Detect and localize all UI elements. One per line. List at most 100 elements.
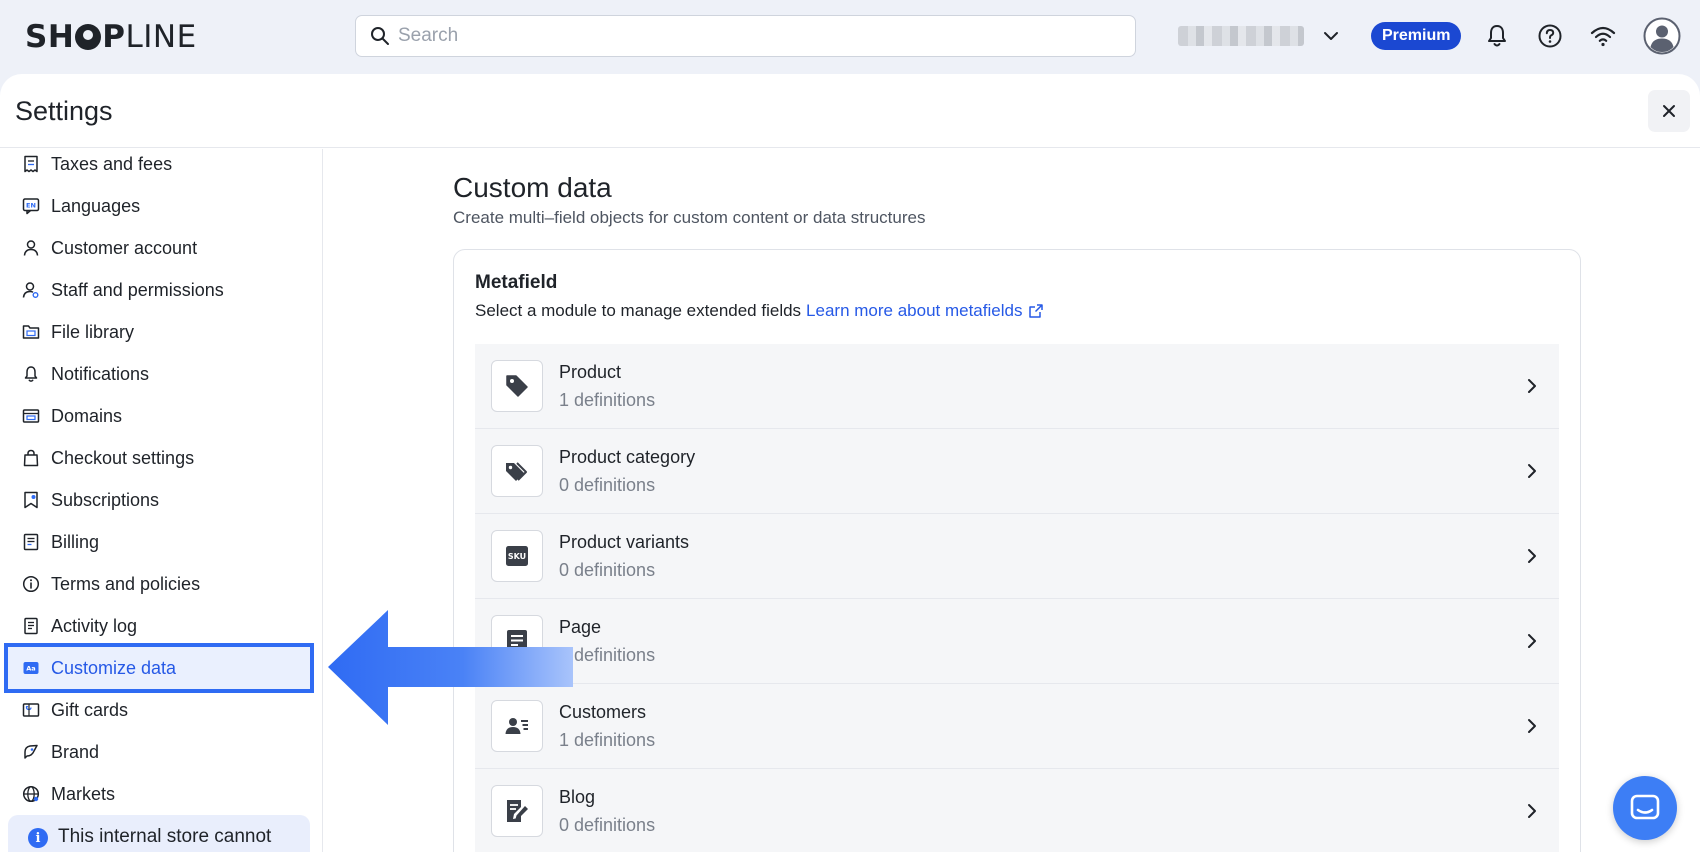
module-count: 1 definitions — [559, 389, 656, 410]
module-row-blog[interactable]: Blog 0 definitions — [475, 769, 1559, 852]
sidebar-item-customer-account[interactable]: Customer account — [0, 228, 320, 268]
sidebar-item-label: Taxes and fees — [51, 153, 173, 174]
sidebar-item-notifications[interactable]: Notifications — [0, 354, 320, 394]
module-name: Customers — [559, 701, 647, 722]
logo-o-mark — [75, 24, 102, 50]
logo-text-end: LINE — [125, 19, 197, 55]
sku-icon: SKU — [491, 530, 543, 582]
module-name: Product — [559, 361, 622, 382]
domain-icon — [21, 406, 41, 426]
module-name: Product category — [559, 446, 696, 467]
svg-text:SKU: SKU — [508, 552, 526, 561]
learn-more-link-text: Learn more about metafields — [806, 301, 1023, 320]
annotation-arrow — [328, 610, 573, 725]
chat-icon — [1630, 794, 1660, 820]
sidebar-item-label: Staff and permissions — [51, 279, 224, 300]
sidebar-item-billing[interactable]: Billing — [0, 522, 320, 562]
tags-icon — [491, 445, 543, 497]
bell-icon[interactable] — [1483, 22, 1511, 50]
sidebar-item-languages[interactable]: EN Languages — [0, 186, 320, 226]
billing-icon — [21, 532, 41, 552]
chevron-right-icon — [1528, 634, 1536, 648]
sidebar-item-label: Brand — [51, 741, 100, 762]
learn-more-link[interactable]: Learn more about metafields — [806, 301, 1044, 321]
metafield-card: Metafield Select a module to manage exte… — [453, 249, 1581, 852]
sidebar-item-domains[interactable]: Domains — [0, 396, 320, 436]
info-icon — [21, 574, 41, 594]
sidebar-item-label: Checkout settings — [51, 447, 195, 468]
module-count: 0 definitions — [559, 644, 656, 665]
module-row-product-variants[interactable]: SKU Product variants 0 definitions — [475, 514, 1559, 599]
search-icon — [371, 27, 389, 45]
notice-text: This internal store cannot — [58, 826, 272, 847]
sidebar-item-checkout[interactable]: Checkout settings — [0, 438, 320, 478]
module-row-page[interactable]: Page 0 definitions — [475, 599, 1559, 684]
internal-store-notice: i This internal store cannot — [8, 815, 310, 852]
globe-icon — [21, 784, 41, 804]
sidebar-item-label: Customer account — [51, 237, 198, 258]
bag-icon — [21, 448, 41, 468]
sidebar-item-label: Customize data — [51, 657, 177, 678]
sidebar-item-staff[interactable]: Staff and permissions — [0, 270, 320, 310]
close-icon — [1663, 105, 1675, 117]
card-description-text: Select a module to manage extended field… — [475, 301, 802, 320]
sidebar-item-label: Terms and policies — [51, 573, 201, 594]
blog-edit-icon — [491, 785, 543, 837]
logo-text-start: SH — [25, 19, 75, 55]
log-icon — [21, 616, 41, 636]
wifi-icon[interactable] — [1589, 22, 1617, 50]
sidebar-item-brand[interactable]: Brand — [0, 732, 320, 772]
module-count: 0 definitions — [559, 474, 656, 495]
sidebar-item-terms[interactable]: Terms and policies — [0, 564, 320, 604]
person-icon — [21, 238, 41, 258]
chevron-right-icon — [1528, 379, 1536, 393]
premium-badge[interactable]: Premium — [1371, 22, 1462, 50]
sidebar-item-label: Languages — [51, 195, 141, 216]
subscription-icon — [21, 490, 41, 510]
sidebar-item-subscriptions[interactable]: Subscriptions — [0, 480, 320, 520]
module-name: Blog — [559, 786, 596, 807]
tag-icon — [491, 360, 543, 412]
sidebar-item-label: Domains — [51, 405, 123, 426]
sidebar-item-taxes[interactable]: Taxes and fees — [0, 144, 320, 184]
section-subtitle: Create multi–field objects for custom co… — [453, 208, 926, 227]
avatar[interactable] — [1643, 17, 1681, 55]
module-count: 0 definitions — [559, 559, 656, 580]
module-name: Page — [559, 616, 602, 637]
sidebar-item-label: Markets — [51, 783, 116, 804]
shopline-logo[interactable]: SH P LINE — [25, 19, 197, 55]
sidebar-item-customize-data[interactable]: Aa Customize data — [4, 643, 314, 693]
search-input[interactable] — [398, 25, 1098, 47]
chat-support-button[interactable] — [1613, 776, 1677, 840]
search-bar[interactable] — [355, 15, 1136, 57]
sidebar-item-label: File library — [51, 321, 135, 342]
module-count: 0 definitions — [559, 814, 656, 835]
help-icon[interactable] — [1536, 22, 1564, 50]
card-description: Select a module to manage extended field… — [475, 301, 1044, 321]
sidebar-item-file-library[interactable]: File library — [0, 312, 320, 352]
language-icon: EN — [21, 196, 41, 216]
store-switcher[interactable] — [1178, 26, 1340, 46]
sidebar-item-gift-cards[interactable]: Gift cards — [0, 690, 320, 730]
module-row-product[interactable]: Product 1 definitions — [475, 344, 1559, 429]
sidebar-item-activity-log[interactable]: Activity log — [0, 606, 320, 646]
logo-text-p: P — [102, 19, 126, 55]
chevron-right-icon — [1528, 464, 1536, 478]
page-title: Settings — [15, 96, 113, 126]
top-bar: SH PLINE Premium — [0, 0, 1700, 74]
chevron-right-icon — [1528, 719, 1536, 733]
tax-icon — [21, 154, 41, 174]
module-row-customers[interactable]: Customers 1 definitions — [475, 684, 1559, 769]
chevron-right-icon — [1528, 549, 1536, 563]
gift-card-icon — [21, 700, 41, 720]
bell-icon — [21, 364, 41, 384]
module-row-product-category[interactable]: Product category 0 definitions — [475, 429, 1559, 514]
info-icon: i — [28, 828, 48, 848]
folder-icon — [21, 322, 41, 342]
svg-text:EN: EN — [26, 201, 36, 209]
external-link-icon — [1029, 304, 1044, 318]
store-name-redacted — [1178, 26, 1304, 46]
sidebar-item-markets[interactable]: Markets — [0, 774, 320, 814]
close-button[interactable] — [1648, 90, 1690, 132]
module-name: Product variants — [559, 531, 690, 552]
